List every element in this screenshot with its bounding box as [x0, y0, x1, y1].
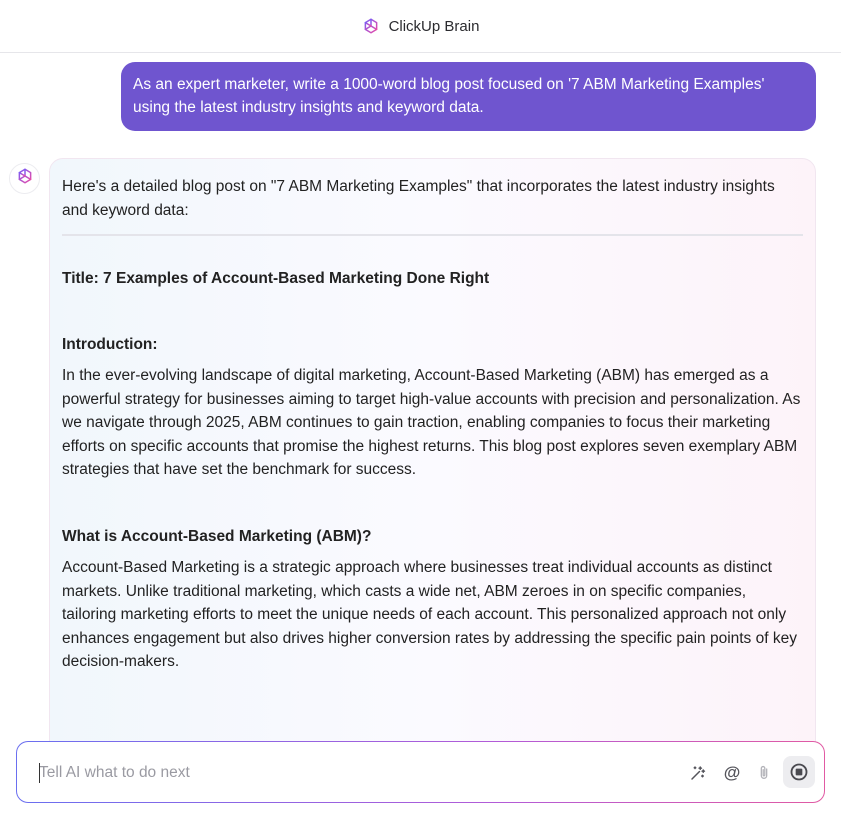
text-cursor: [39, 763, 40, 783]
brain-logo-icon: [362, 17, 380, 35]
introduction-heading: Introduction:: [62, 335, 158, 353]
divider: [62, 234, 803, 236]
abm-heading: What is Account-Based Marketing (ABM)?: [62, 527, 372, 545]
prompt-input[interactable]: [39, 760, 679, 786]
stop-icon[interactable]: [783, 756, 815, 788]
blog-title: Title: 7 Examples of Account-Based Marke…: [62, 270, 490, 287]
assistant-avatar: [9, 163, 40, 194]
user-message: As an expert marketer, write a 1000-word…: [121, 62, 816, 131]
introduction-body: In the ever-evolving landscape of digita…: [62, 367, 801, 478]
assistant-reply: Here's a detailed blog post on "7 ABM Ma…: [49, 158, 816, 758]
mention-button[interactable]: @: [719, 760, 745, 786]
paperclip-icon[interactable]: [751, 760, 777, 786]
brain-logo-icon: [16, 167, 34, 190]
reply-intro: Here's a detailed blog post on "7 ABM Ma…: [62, 178, 775, 219]
prompt-composer[interactable]: @: [16, 741, 825, 803]
magic-wand-icon[interactable]: [685, 760, 711, 786]
app-title: ClickUp Brain: [388, 17, 480, 35]
app-header: ClickUp Brain: [0, 0, 841, 53]
abm-body: Account-Based Marketing is a strategic a…: [62, 559, 797, 670]
